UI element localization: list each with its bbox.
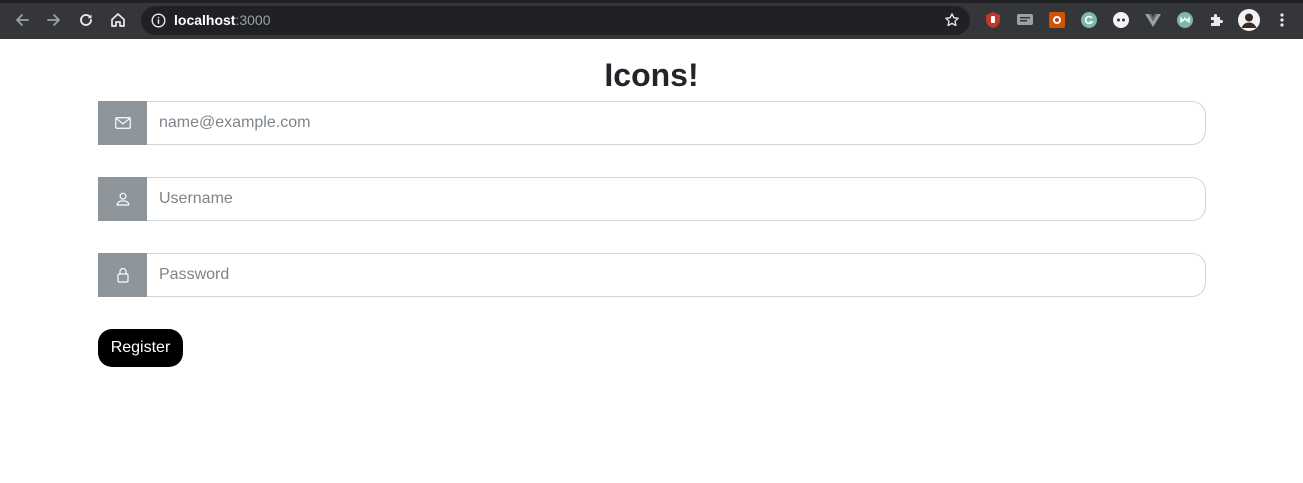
register-button[interactable]: Register bbox=[98, 329, 183, 367]
username-input[interactable] bbox=[147, 177, 1206, 221]
email-addon bbox=[98, 101, 147, 145]
info-icon[interactable] bbox=[151, 13, 166, 33]
profile-avatar[interactable] bbox=[1238, 9, 1260, 31]
arrow-left-icon bbox=[16, 14, 29, 26]
reload-button[interactable] bbox=[72, 6, 100, 34]
password-input[interactable] bbox=[147, 253, 1206, 297]
forward-button[interactable] bbox=[40, 6, 68, 34]
ublock-icon[interactable] bbox=[984, 11, 1002, 29]
vue-devtools-icon[interactable] bbox=[1144, 11, 1162, 29]
home-button[interactable] bbox=[104, 6, 132, 34]
extension-m-icon[interactable] bbox=[1176, 11, 1194, 29]
home-icon bbox=[111, 13, 125, 27]
browser-menu-button[interactable] bbox=[1268, 6, 1296, 34]
password-field-group bbox=[98, 253, 1206, 297]
url-port: :3000 bbox=[235, 12, 271, 28]
username-addon bbox=[98, 177, 147, 221]
puzzle-icon[interactable] bbox=[1208, 11, 1226, 29]
extension-circle-icon[interactable] bbox=[1112, 11, 1130, 29]
person-icon bbox=[116, 192, 129, 206]
clipper-icon[interactable] bbox=[1048, 11, 1066, 29]
translate-icon[interactable] bbox=[1016, 11, 1034, 29]
lock-icon bbox=[116, 267, 129, 283]
email-input[interactable] bbox=[147, 101, 1206, 145]
tab-strip-edge bbox=[0, 1, 1303, 3]
grammarly-icon[interactable] bbox=[1080, 11, 1098, 29]
page-title: Icons! bbox=[604, 57, 699, 93]
envelope-icon bbox=[114, 117, 131, 129]
password-addon bbox=[98, 253, 147, 297]
arrow-right-icon bbox=[47, 14, 60, 26]
browser-toolbar: localhost:3000 bbox=[0, 0, 1303, 39]
reload-icon bbox=[80, 14, 92, 26]
url-text: localhost:3000 bbox=[174, 12, 271, 29]
back-button[interactable] bbox=[8, 6, 36, 34]
kebab-menu-icon bbox=[1280, 13, 1284, 27]
username-field-group bbox=[98, 177, 1206, 221]
address-bar[interactable]: localhost:3000 bbox=[141, 6, 970, 35]
bookmark-star-icon[interactable] bbox=[944, 12, 960, 33]
url-host: localhost bbox=[174, 12, 236, 28]
email-field-group bbox=[98, 101, 1206, 145]
